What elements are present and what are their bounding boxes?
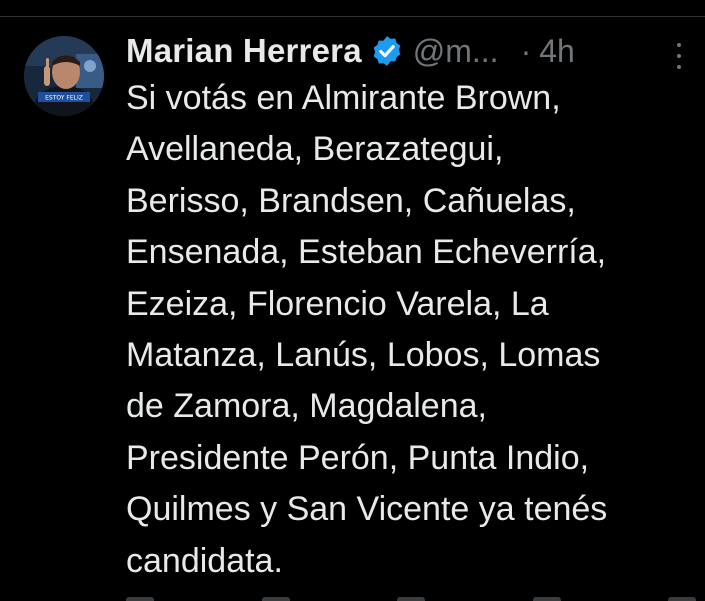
reply-icon[interactable]	[126, 597, 154, 601]
tweet-text-line: de Zamora, Magdalena,	[126, 387, 487, 426]
tweet-text: Si votás en Almirante Brown, Avellaneda,…	[126, 73, 698, 587]
tweet-header: Marian Herrera @m... · 4h	[126, 29, 696, 73]
tweet-text-line: Ensenada, Esteban Echeverría,	[126, 233, 607, 272]
tweet-text-line: Avellaneda, Berazategui,	[126, 130, 504, 169]
tweet-text-line: Ezeiza, Florencio Varela, La	[126, 284, 549, 323]
action-bar-peek	[126, 597, 696, 601]
avatar-photo: ESTOY FELIZ	[24, 36, 104, 116]
like-icon[interactable]	[397, 597, 425, 601]
verified-badge-icon[interactable]	[370, 34, 404, 68]
tweet-text-line: Si votás en Almirante Brown,	[126, 79, 561, 117]
tweet-text-line: Presidente Perón, Punta Indio,	[126, 438, 590, 477]
views-icon[interactable]	[532, 597, 561, 601]
tweet-text-line: Matanza, Lanús, Lobos, Lomas	[126, 336, 601, 375]
more-options-dot	[677, 65, 681, 69]
tweet[interactable]: ESTOY FELIZ Marian Herrera @m... · 4h Si…	[0, 17, 705, 601]
more-options-icon[interactable]	[664, 39, 694, 73]
repost-icon[interactable]	[261, 597, 290, 601]
tweet-text-line: candidata.	[126, 541, 283, 580]
tweet-timestamp[interactable]: 4h	[539, 33, 575, 70]
avatar[interactable]: ESTOY FELIZ	[24, 36, 104, 116]
more-options-dot	[677, 54, 681, 58]
author-display-name[interactable]: Marian Herrera	[126, 32, 362, 70]
share-icon[interactable]	[668, 597, 696, 601]
avatar-caption: ESTOY FELIZ	[45, 95, 83, 102]
author-handle[interactable]: @m...	[413, 33, 499, 70]
more-options-dot	[677, 43, 681, 47]
meta-separator: ·	[520, 32, 532, 69]
tweet-text-line: Quilmes y San Vicente ya tenés	[126, 490, 608, 529]
tweet-text-line: Berisso, Brandsen, Cañuelas,	[126, 181, 576, 220]
